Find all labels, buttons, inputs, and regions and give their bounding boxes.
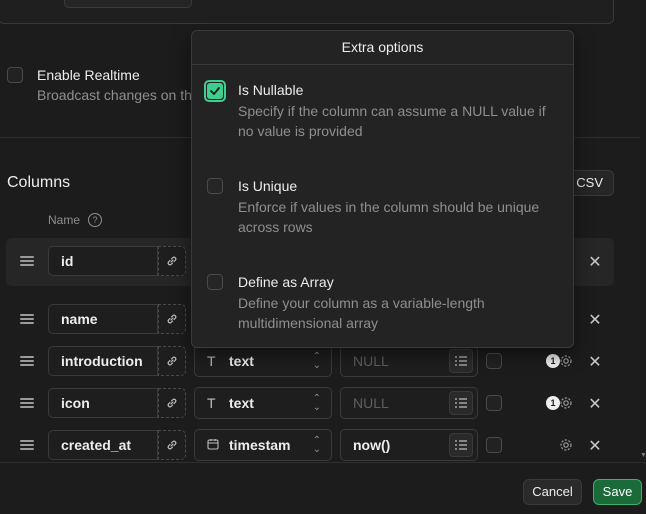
options-count-badge: 1 [546,396,560,410]
column-type-value: text [229,353,254,369]
option-description: Specify if the column can assume a NULL … [238,103,546,139]
primary-key-checkbox[interactable] [486,437,502,453]
option-description: Enforce if values in the column should b… [238,199,540,235]
is-unique-checkbox[interactable] [207,178,223,194]
scrollbar[interactable] [640,0,646,462]
column-type-select[interactable]: Ttext ⌃ ⌄ [194,387,332,419]
column-name-input[interactable]: name [48,304,158,334]
list-icon[interactable] [449,349,473,373]
drag-handle-icon[interactable] [20,314,34,324]
foreign-key-link-icon[interactable] [158,430,186,460]
chevron-up-down-icon: ⌃ ⌄ [312,435,321,455]
enable-realtime-checkbox[interactable] [7,67,23,83]
primary-key-checkbox[interactable] [486,395,502,411]
cancel-button[interactable]: Cancel [523,479,582,505]
primary-key-checkbox[interactable] [486,353,502,369]
help-glyph: ? [92,215,98,225]
popover-title: Extra options [341,39,424,55]
drag-handle-icon[interactable] [20,356,34,366]
scroll-down-arrow-icon[interactable]: ▼ [640,452,646,459]
define-as-array-checkbox[interactable] [207,274,223,290]
chevron-up-down-icon: ⌃ ⌄ [312,351,321,371]
foreign-key-link-icon[interactable] [158,346,186,376]
text-type-icon: T [207,353,216,369]
drag-handle-icon[interactable] [20,398,34,408]
drag-handle-icon[interactable] [20,256,34,266]
foreign-key-link-icon[interactable] [158,246,186,276]
name-column-header: Name [48,213,81,227]
foreign-key-link-icon[interactable] [158,304,186,334]
gear-icon[interactable] [559,438,573,452]
remove-column-icon[interactable]: ✕ [588,310,602,330]
option-description: Define your column as a variable-length … [238,295,485,331]
option-title: Is Nullable [238,82,304,98]
previous-section-input[interactable] [64,0,192,8]
calendar-icon [207,430,223,460]
gear-icon[interactable] [559,354,573,368]
options-count-badge: 1 [546,354,560,368]
remove-column-icon[interactable]: ✕ [588,436,602,456]
option-title: Define as Array [238,274,334,290]
save-button[interactable]: Save [593,479,642,505]
list-icon[interactable] [449,433,473,457]
text-type-icon: T [207,395,216,411]
gear-icon[interactable] [559,396,573,410]
enable-realtime-description: Broadcast changes on th [37,87,192,103]
remove-column-icon[interactable]: ✕ [588,252,602,272]
enable-realtime-label: Enable Realtime [37,67,140,83]
column-name-input[interactable]: created_at [48,430,158,460]
column-name-input[interactable]: icon [48,388,158,418]
column-name-input[interactable]: introduction [48,346,158,376]
column-name-input[interactable]: id [48,246,158,276]
extra-options-popover: Extra options Is Nullable Specify if the… [191,30,574,348]
chevron-up-down-icon: ⌃ ⌄ [312,393,321,413]
drag-handle-icon[interactable] [20,440,34,450]
remove-column-icon[interactable]: ✕ [588,394,602,414]
remove-column-icon[interactable]: ✕ [588,352,602,372]
column-type-select[interactable]: timestam ⌃ ⌄ [194,429,332,461]
list-icon[interactable] [449,391,473,415]
option-title: Is Unique [238,178,298,194]
column-type-select[interactable]: Ttext ⌃ ⌄ [194,345,332,377]
popover-divider [192,64,573,65]
footer-divider [0,462,646,463]
column-type-value: timestam [229,437,291,453]
is-nullable-checkbox[interactable] [204,80,226,102]
help-icon[interactable]: ? [88,213,102,227]
check-icon [210,87,220,95]
column-type-value: text [229,395,254,411]
columns-title: Columns [7,174,71,191]
foreign-key-link-icon[interactable] [158,388,186,418]
